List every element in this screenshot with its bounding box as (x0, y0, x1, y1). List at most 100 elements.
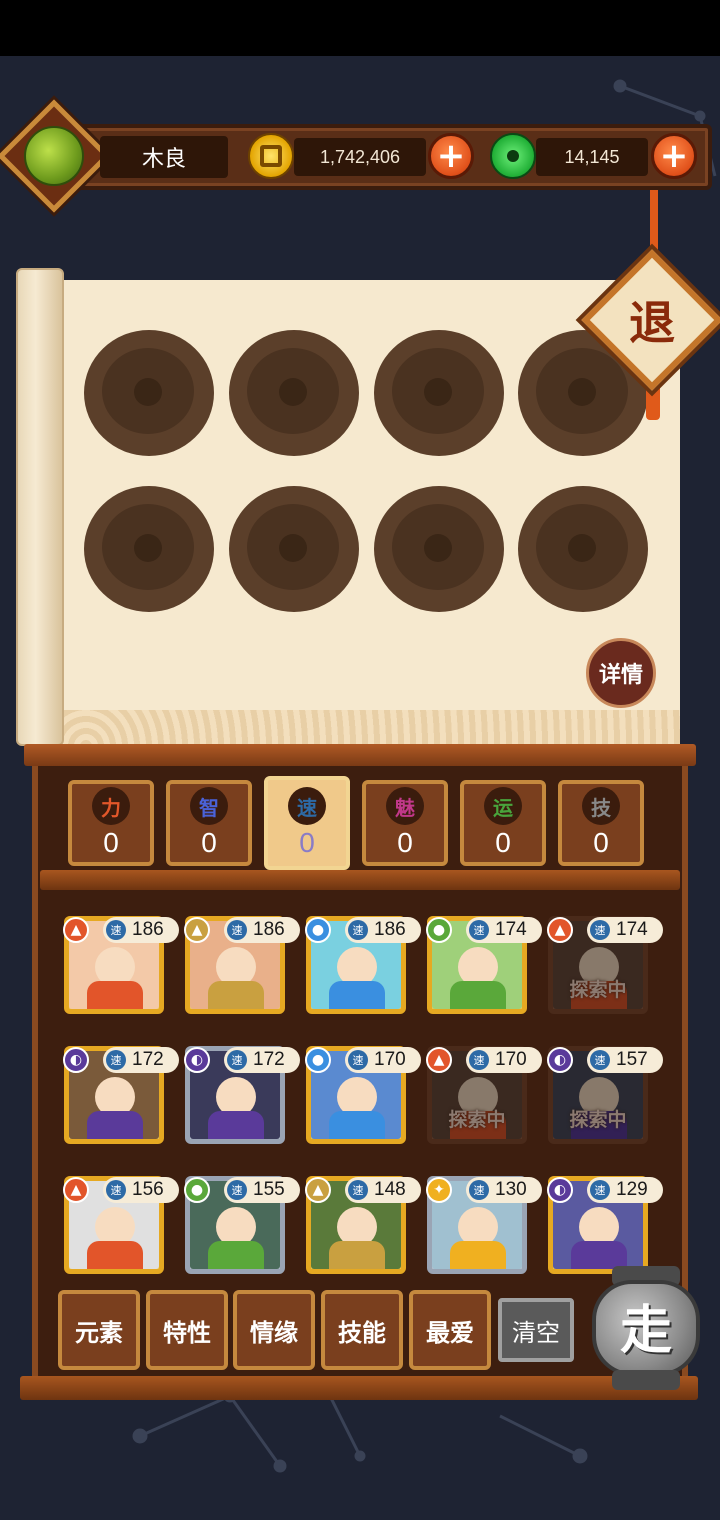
filter-skill-button[interactable]: 技能 (321, 1290, 403, 1370)
stat-1[interactable]: 智0 (166, 780, 252, 866)
character-card[interactable]: ▲ 速 174 探索中 (547, 916, 663, 1014)
character-card[interactable]: ◐ 速 172 (63, 1046, 179, 1144)
character-body (329, 981, 385, 1009)
speed-value: 156 (132, 1179, 164, 1200)
go-label[interactable]: 走 (586, 1280, 706, 1370)
gold-amount: 1,742,406 (294, 138, 426, 176)
character-body (571, 1241, 627, 1269)
speed-value: 186 (132, 919, 164, 940)
wood-element-icon: ● (184, 1177, 210, 1203)
character-body (208, 981, 264, 1009)
character-card[interactable]: ▲ 速 156 (63, 1176, 179, 1274)
speed-badge: 速 172 (103, 1047, 179, 1073)
team-slot-7[interactable] (374, 486, 504, 612)
character-card[interactable]: ◐ 速 129 (547, 1176, 663, 1274)
speed-value: 186 (374, 919, 406, 940)
filter-bond-button[interactable]: 情缘 (233, 1290, 315, 1370)
stat-value: 0 (495, 827, 511, 858)
character-card[interactable]: ● 速 155 (184, 1176, 300, 1274)
speed-icon: 速 (590, 1050, 610, 1070)
speed-value: 172 (253, 1049, 285, 1070)
speed-badge: 速 186 (103, 917, 179, 943)
speed-icon: 速 (106, 1180, 126, 1200)
speed-icon: 速 (469, 1050, 489, 1070)
earth-element-icon: ▲ (305, 1177, 331, 1203)
character-card[interactable]: ▲ 速 170 探索中 (426, 1046, 542, 1144)
jade-coin-icon (490, 133, 536, 179)
avatar[interactable] (24, 126, 84, 186)
character-card[interactable]: ▲ 速 186 (63, 916, 179, 1014)
character-card[interactable]: ▲ 速 148 (305, 1176, 421, 1274)
stat-value: 0 (299, 827, 315, 858)
character-card[interactable]: ✦ 速 130 (426, 1176, 542, 1274)
speed-value: 170 (495, 1049, 527, 1070)
add-jade-button[interactable]: + (651, 133, 697, 179)
speed-badge: 速 156 (103, 1177, 179, 1203)
stat-2[interactable]: 速0 (264, 776, 350, 870)
exploring-label: 探索中 (448, 1109, 506, 1131)
character-card[interactable]: ● 速 186 (305, 916, 421, 1014)
speed-badge: 速 174 (466, 917, 542, 943)
stat-3[interactable]: 魅0 (362, 780, 448, 866)
team-slot-3[interactable] (374, 330, 504, 456)
scroll-pattern (56, 710, 680, 746)
speed-icon: 速 (227, 1180, 247, 1200)
speed-icon: 速 (227, 920, 247, 940)
speed-badge: 速 174 (587, 917, 663, 943)
filter-favorite-button[interactable]: 最爱 (409, 1290, 491, 1370)
exit-label[interactable]: 退 (602, 270, 702, 370)
character-body (208, 1241, 264, 1269)
add-gold-button[interactable]: + (428, 133, 474, 179)
wood-element-icon: ● (426, 917, 452, 943)
team-slot-1[interactable] (84, 330, 214, 456)
speed-value: 174 (616, 919, 648, 940)
speed-value: 174 (495, 919, 527, 940)
speed-badge: 速 172 (224, 1047, 300, 1073)
character-card[interactable]: ▲ 速 186 (184, 916, 300, 1014)
stat-value: 0 (103, 827, 119, 858)
character-card[interactable]: ◐ 速 172 (184, 1046, 300, 1144)
stat-icon: 速 (288, 787, 326, 825)
speed-value: 130 (495, 1179, 527, 1200)
gold-coin-icon (248, 133, 294, 179)
speed-icon: 速 (469, 1180, 489, 1200)
speed-badge: 速 148 (345, 1177, 421, 1203)
speed-icon: 速 (106, 1050, 126, 1070)
speed-icon: 速 (348, 1050, 368, 1070)
team-slot-8[interactable] (518, 486, 648, 612)
stat-icon: 技 (582, 787, 620, 825)
player-name: 木良 (100, 136, 228, 178)
speed-value: 170 (374, 1049, 406, 1070)
dark-element-icon: ◐ (547, 1177, 573, 1203)
character-body (87, 1111, 143, 1139)
character-body (87, 1241, 143, 1269)
clear-button[interactable]: 清空 (498, 1298, 574, 1362)
team-slot-5[interactable] (84, 486, 214, 612)
speed-badge: 速 170 (345, 1047, 421, 1073)
speed-value: 157 (616, 1049, 648, 1070)
stat-value: 0 (593, 827, 609, 858)
speed-icon: 速 (348, 920, 368, 940)
detail-button[interactable]: 详情 (586, 638, 656, 708)
speed-value: 155 (253, 1179, 285, 1200)
filter-element-button[interactable]: 元素 (58, 1290, 140, 1370)
stat-icon: 魅 (386, 787, 424, 825)
stat-4[interactable]: 运0 (460, 780, 546, 866)
scroll-roll (16, 268, 64, 746)
dark-element-icon: ◐ (547, 1047, 573, 1073)
filter-trait-button[interactable]: 特性 (146, 1290, 228, 1370)
stat-0[interactable]: 力0 (68, 780, 154, 866)
character-card[interactable]: ● 速 174 (426, 916, 542, 1014)
status-bar (0, 0, 720, 56)
character-card[interactable]: ◐ 速 157 探索中 (547, 1046, 663, 1144)
dark-element-icon: ◐ (63, 1047, 89, 1073)
team-slot-6[interactable] (229, 486, 359, 612)
team-slot-2[interactable] (229, 330, 359, 456)
speed-badge: 速 170 (466, 1047, 542, 1073)
shelf-top-plank (24, 744, 696, 766)
character-card[interactable]: ● 速 170 (305, 1046, 421, 1144)
light-element-icon: ✦ (426, 1177, 452, 1203)
speed-value: 148 (374, 1179, 406, 1200)
speed-value: 186 (253, 919, 285, 940)
stat-5[interactable]: 技0 (558, 780, 644, 866)
